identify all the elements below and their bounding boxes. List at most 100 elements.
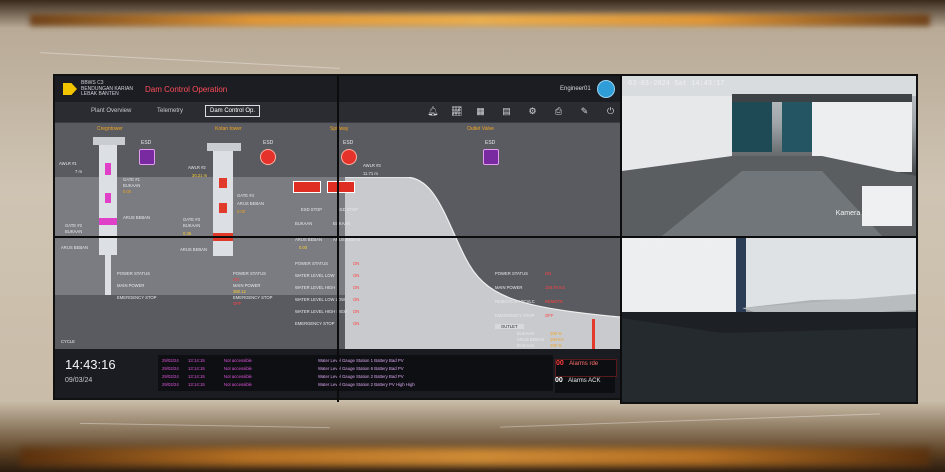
camera-timestamp: 03-03-2024 Sat 14:43:17	[628, 80, 725, 88]
tower-cap	[93, 137, 125, 145]
edit-icon[interactable]: ✎	[579, 106, 590, 117]
report-icon[interactable]: ▤	[501, 106, 512, 117]
awlr-value: 7 m	[75, 169, 82, 174]
status-label: WATER LEVEL LOW	[295, 273, 335, 278]
status-value: REMOTE	[545, 299, 563, 304]
tab-plant-overview[interactable]: Plant Overview	[91, 108, 131, 114]
bukaan-label: BUKAAN	[333, 221, 351, 226]
cctv-view[interactable]: 03-03-2024 Sat 14:43:16	[622, 238, 916, 402]
arus-label: ARUS BEBAN	[237, 201, 264, 206]
spillway-camera-image	[622, 76, 916, 236]
spillway-gate[interactable]	[293, 181, 321, 193]
awlr-label: AWLR #2	[188, 165, 206, 170]
arus-label: ARUS BEBAN	[180, 247, 207, 252]
reading-value: 100 KA	[550, 337, 564, 342]
status-label: WATER LEVEL HIGH	[295, 285, 336, 290]
section-title: Cregntower	[97, 126, 123, 132]
awlr-label: AWLR #1	[59, 161, 77, 166]
section-title: Kotan tower	[215, 126, 242, 132]
dam-slope	[345, 177, 620, 367]
gate-indicator	[105, 163, 111, 175]
alarm-time: 13:14:15	[188, 374, 205, 379]
status-label: MAIN POWER	[495, 285, 523, 290]
video-wall-bezel	[620, 76, 622, 402]
reading-value: 100 %	[550, 331, 562, 336]
video-wall-bezel	[55, 236, 916, 238]
status-label: MAIN POWER	[117, 283, 145, 288]
alarm-status: Not accessible	[224, 366, 252, 371]
spillway-gate[interactable]	[327, 181, 355, 193]
outlet-indicator	[592, 319, 595, 349]
status-value: ON	[353, 321, 360, 326]
bukaan-label: BUKAAN	[183, 223, 201, 228]
awlr-value: 30.21 m	[192, 173, 208, 178]
alarm-count-box[interactable]: 00 Alarms rde	[555, 359, 617, 377]
status-label: EMERGENCY STOP	[117, 295, 157, 300]
status-value: ON	[233, 277, 240, 282]
gate-indicator	[219, 203, 227, 213]
alarm-row[interactable]: 29/02/24 13:14:15 Not accessible Water L…	[158, 382, 553, 388]
status-value: OFF	[545, 313, 554, 318]
gate-value: 0.00	[123, 189, 132, 194]
esd-label: ESD	[141, 140, 152, 146]
outlet-tag: OUTLET	[495, 324, 524, 329]
alarm-count-label: Alarms rde	[569, 361, 599, 367]
esd-button[interactable]	[261, 150, 275, 164]
alarm-row[interactable]: 29/02/24 13:14:15 Not accessible Water L…	[158, 358, 553, 364]
status-value: ON	[353, 309, 360, 314]
print-icon[interactable]: ⎙	[553, 106, 564, 117]
calendar-icon[interactable]: ▦	[475, 106, 486, 117]
alarm-status: Not accessible	[224, 374, 252, 379]
gate-indicator	[219, 178, 227, 188]
bukaan-label: BUKAAN	[295, 221, 313, 226]
status-label: POWER STATUS	[117, 271, 150, 276]
status-value: 108.78 m3	[545, 285, 565, 290]
status-value: ON	[353, 273, 360, 278]
org-line: LEBAK BANTEN	[81, 91, 119, 97]
bell-icon[interactable]: 🔔︎	[427, 106, 438, 117]
logo-icon	[63, 83, 77, 95]
esd-stop-label: ESD STOP	[301, 207, 323, 212]
status-label: MAIN POWER	[233, 283, 261, 288]
ack-count-box[interactable]: 00 Alarms ACK	[555, 377, 615, 393]
app-title: Dam Control Operation	[145, 85, 228, 94]
status-label: POWER STATUS	[233, 271, 266, 276]
camera-timestamp: 03-03-2024 Sat 14:43:16	[628, 242, 725, 250]
status-value: ON	[353, 285, 360, 290]
alarm-row[interactable]: 29/02/24 13:14:15 Not accessible Water L…	[158, 374, 553, 380]
tab-telemetry[interactable]: Telemetry	[157, 108, 183, 114]
section-title: Outlet Valve	[467, 126, 494, 132]
alarm-date: 29/02/24	[162, 366, 179, 371]
cctv-view[interactable]: 03-03-2024 Sat 14:43:17 Kamera 01	[622, 76, 916, 236]
user-name[interactable]: Engineer01	[560, 86, 591, 92]
tab-dam-control-op[interactable]: Dam Control Op.	[205, 105, 261, 117]
esd-label: ESD	[263, 140, 274, 146]
awlr-label: AWLR #3	[363, 163, 381, 168]
alarm-time: 13:14:15	[188, 382, 205, 387]
clock-date: 09/03/24	[65, 377, 93, 384]
alarm-message: Water Level Gauge Station 1 Battery Bad …	[318, 358, 404, 363]
gate-label: GATE #3	[183, 217, 200, 222]
section-title: Spillway	[330, 126, 349, 132]
avatar[interactable]	[598, 81, 614, 97]
ack-count: 00	[555, 377, 563, 384]
gate-indicator	[99, 218, 117, 225]
camera-name: Kamera 01	[835, 210, 870, 217]
alarm-count: 00	[556, 360, 564, 367]
alarm-date: 29/02/24	[162, 382, 179, 387]
tower-cap	[207, 143, 241, 151]
reading-label: BUKAAN	[517, 343, 535, 348]
esd-button[interactable]	[139, 149, 155, 165]
esd-label: ESD	[485, 140, 496, 146]
alarm-row[interactable]: 29/02/24 13:14:15 Not accessible Water L…	[158, 366, 553, 372]
status-label: WATER LEVEL HIGH HIGH	[295, 309, 347, 314]
esd-button[interactable]	[342, 150, 356, 164]
floor-light-strip	[20, 448, 930, 466]
power-icon[interactable]: ⏻	[605, 106, 616, 117]
esd-button[interactable]	[483, 149, 499, 165]
status-label: EMERGENCY STOP	[495, 313, 535, 318]
gear-icon[interactable]: ⚙	[527, 106, 538, 117]
arus-label: ARUS BEBAN	[123, 215, 150, 220]
chart-icon[interactable]: 📈︎	[451, 106, 462, 117]
alarm-list: 29/02/24 13:14:15 Not accessible Water L…	[158, 355, 553, 391]
